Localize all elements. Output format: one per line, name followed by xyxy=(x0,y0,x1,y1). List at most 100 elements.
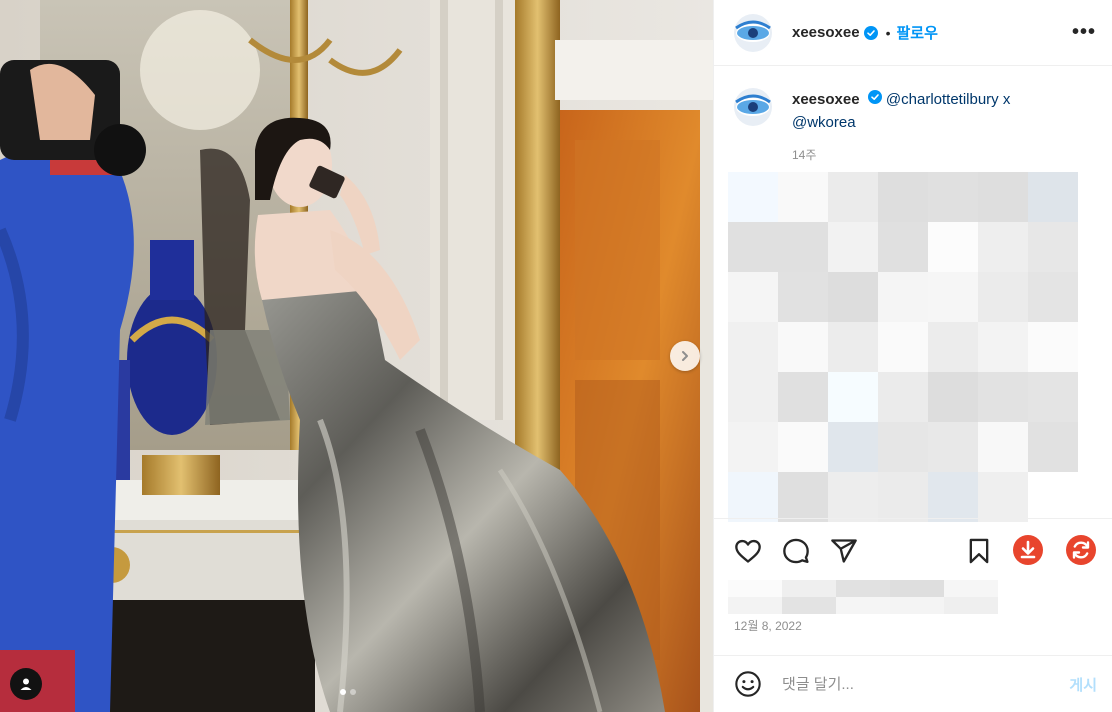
post-header: xeesoxee • 팔로우 ••• xyxy=(714,0,1112,66)
blurred-likes xyxy=(728,580,998,614)
blur-pixel xyxy=(944,597,998,614)
follow-button[interactable]: 팔로우 xyxy=(896,22,937,43)
blur-pixel xyxy=(878,222,928,272)
blur-pixel xyxy=(978,422,1028,472)
blur-pixel xyxy=(728,372,778,422)
download-button[interactable] xyxy=(1012,534,1044,571)
user-tag-icon xyxy=(20,678,32,690)
blur-pixel xyxy=(828,322,878,372)
blur-pixel xyxy=(928,272,978,322)
blur-pixel xyxy=(728,172,778,222)
avatar-image xyxy=(734,13,772,52)
blur-pixel xyxy=(828,272,878,322)
blur-pixel xyxy=(978,172,1028,222)
blur-pixel xyxy=(878,322,928,372)
blur-pixel xyxy=(778,172,828,222)
blur-pixel xyxy=(978,472,1028,522)
blur-pixel xyxy=(890,580,944,597)
blur-pixel xyxy=(828,222,878,272)
refresh-icon xyxy=(1066,535,1096,565)
author-username[interactable]: xeesoxee xyxy=(792,24,860,41)
carousel-dot xyxy=(350,689,356,695)
blur-pixel xyxy=(828,422,878,472)
verified-badge-icon xyxy=(867,90,882,104)
more-options-button[interactable]: ••• xyxy=(1072,21,1096,44)
blur-pixel xyxy=(978,222,1028,272)
carousel-dot xyxy=(340,689,346,695)
chevron-right-icon xyxy=(682,351,688,361)
blur-pixel xyxy=(836,580,890,597)
blur-pixel xyxy=(878,422,928,472)
blur-pixel xyxy=(778,322,828,372)
blur-pixel xyxy=(1028,372,1078,422)
carousel-next-button[interactable] xyxy=(670,341,700,371)
blur-pixel xyxy=(928,172,978,222)
carousel-indicator xyxy=(340,689,356,695)
caption-body: xeesoxee @charlottetilbury x @wkorea 14주 xyxy=(792,88,1072,163)
blur-pixel xyxy=(928,472,978,522)
blur-pixel xyxy=(1028,422,1078,472)
post-photo xyxy=(0,0,713,712)
header-separator: • xyxy=(885,24,891,41)
blur-pixel xyxy=(728,422,778,472)
blur-pixel xyxy=(728,472,778,522)
share-button[interactable] xyxy=(830,537,858,570)
caption-timestamp[interactable]: 14주 xyxy=(792,146,1072,163)
blur-pixel xyxy=(1028,172,1078,222)
blur-pixel xyxy=(728,272,778,322)
blur-pixel xyxy=(828,172,878,222)
blur-pixel xyxy=(782,580,836,597)
verified-badge-icon xyxy=(863,25,878,40)
blur-pixel xyxy=(928,322,978,372)
comment-bar: 게시 xyxy=(714,655,1112,712)
post-date[interactable]: 12월 8, 2022 xyxy=(734,617,802,634)
blur-pixel xyxy=(778,422,828,472)
blur-pixel xyxy=(944,580,998,597)
blur-pixel xyxy=(728,580,782,597)
blur-pixel xyxy=(836,597,890,614)
bookmark-icon xyxy=(969,538,989,564)
emoji-button[interactable] xyxy=(734,670,762,698)
blur-pixel xyxy=(778,472,828,522)
blur-pixel xyxy=(1028,322,1078,372)
post-details-panel: xeesoxee • 팔로우 ••• xeesoxee @charlotteti… xyxy=(713,0,1112,712)
refresh-button[interactable] xyxy=(1065,534,1097,571)
blur-pixel xyxy=(878,172,928,222)
blur-pixel xyxy=(778,222,828,272)
post-caption: xeesoxee @charlottetilbury x @wkorea 14주 xyxy=(734,88,1094,163)
like-button[interactable] xyxy=(734,537,762,570)
blur-pixel xyxy=(728,322,778,372)
blur-pixel xyxy=(728,222,778,272)
blur-pixel xyxy=(890,597,944,614)
author-avatar[interactable] xyxy=(734,13,772,52)
heart-icon xyxy=(735,539,761,563)
blur-pixel xyxy=(878,472,928,522)
caption-avatar[interactable] xyxy=(734,88,772,126)
save-button[interactable] xyxy=(965,537,993,570)
comment-icon xyxy=(783,538,809,564)
caption-text: xeesoxee @charlottetilbury x @wkorea xyxy=(792,88,1072,134)
blur-pixel xyxy=(1028,222,1078,272)
blur-pixel xyxy=(778,272,828,322)
post-comment-button[interactable]: 게시 xyxy=(1069,674,1097,695)
blur-pixel xyxy=(978,272,1028,322)
blur-pixel xyxy=(828,372,878,422)
emoji-icon xyxy=(735,671,761,697)
comment-input[interactable] xyxy=(782,675,1042,693)
share-icon xyxy=(831,539,857,563)
blur-pixel xyxy=(728,597,782,614)
blur-pixel xyxy=(978,322,1028,372)
blurred-comments xyxy=(728,172,1100,522)
user-tags-button[interactable] xyxy=(10,668,42,700)
blur-pixel xyxy=(878,272,928,322)
blur-pixel xyxy=(1028,272,1078,322)
blur-pixel xyxy=(828,472,878,522)
caption-username[interactable]: xeesoxee xyxy=(792,91,860,108)
blur-pixel xyxy=(928,372,978,422)
post-media[interactable] xyxy=(0,0,713,712)
blur-pixel xyxy=(878,372,928,422)
comment-button[interactable] xyxy=(782,537,810,570)
blur-pixel xyxy=(782,597,836,614)
blur-pixel xyxy=(778,372,828,422)
action-bar xyxy=(714,518,1112,580)
